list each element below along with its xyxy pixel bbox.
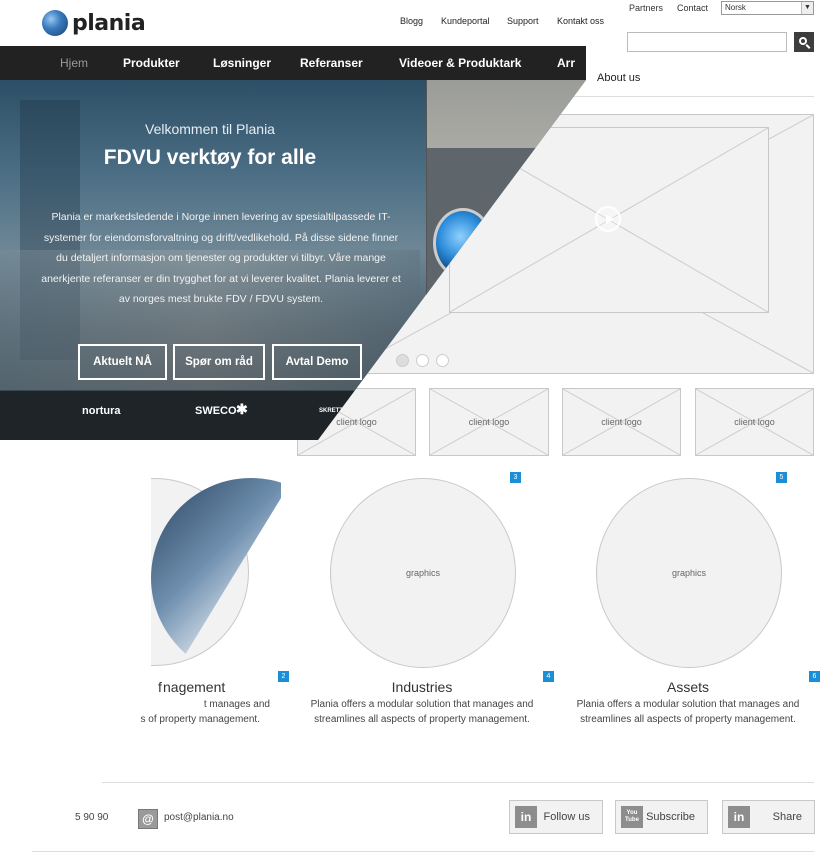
share-button[interactable]: in Share: [722, 800, 815, 834]
top-link-kundeportal[interactable]: Kundeportal: [441, 16, 490, 26]
hero-welcome: Velkommen til Plania: [145, 121, 275, 137]
feature-1-title: nagement: [163, 679, 226, 695]
logo-text: plania: [72, 10, 146, 36]
feature-2-graphic-placeholder: graphics: [330, 478, 516, 668]
hero-text: Plania er markedsledende i Norge innen l…: [41, 211, 401, 305]
search-input[interactable]: [627, 32, 787, 52]
divider: [32, 851, 814, 852]
partner-logo-sweco: SWECO: [195, 405, 237, 417]
nav-item-produkter[interactable]: Produkter: [123, 56, 180, 70]
feature-1-title-prefix: f: [158, 679, 162, 695]
social-label: Follow us: [543, 811, 590, 823]
client-logo-4: client logo: [695, 388, 814, 456]
nav-item-referanser[interactable]: Referanser: [300, 56, 363, 70]
nav-item-videoer[interactable]: Videoer & Produktark: [399, 56, 521, 70]
chevron-down-icon: ▼: [801, 2, 813, 14]
linkedin-icon: in: [515, 806, 537, 828]
mail-icon: @: [138, 809, 158, 829]
sweco-mark-icon: ✱: [236, 401, 248, 417]
feature-2-badge-top: 3: [510, 472, 521, 483]
slider-dot-3[interactable]: [436, 354, 449, 367]
slider-dot-1[interactable]: [396, 354, 409, 367]
subscribe-button[interactable]: You Tube Subscribe: [615, 800, 708, 834]
footer-phone: 5 90 90: [75, 812, 109, 823]
play-icon[interactable]: [595, 206, 621, 232]
feature-3-badge-top: 5: [776, 472, 787, 483]
feature-3-title: Assets: [666, 679, 709, 695]
feature-3-text-line1: Plania offers a modular solution that ma…: [576, 699, 800, 710]
social-label: Subscribe: [646, 811, 695, 823]
client-logo-2: client logo: [429, 388, 549, 456]
client-logo-3: client logo: [562, 388, 681, 456]
feature-2-title: Industries: [391, 679, 453, 695]
social-label: Share: [772, 811, 802, 823]
feature-3-text-line2: streamlines all aspects of property mana…: [580, 714, 796, 725]
nav-item-losninger[interactable]: Løsninger: [213, 56, 271, 70]
divider: [102, 782, 814, 783]
search-button[interactable]: [794, 32, 814, 52]
wire-nav-about[interactable]: About us: [597, 72, 640, 84]
avtal-demo-button[interactable]: Avtal Demo: [272, 344, 362, 380]
partner-logo-nortura: nortura: [82, 405, 121, 417]
linkedin-icon: in: [728, 806, 750, 828]
feature-2-text-line1: Plania offers a modular solution that ma…: [310, 699, 534, 710]
spor-om-rad-button[interactable]: Spør om råd: [173, 344, 265, 380]
nav-item-arrangementer[interactable]: Arr: [557, 56, 575, 70]
top-link-blogg[interactable]: Blogg: [400, 16, 423, 26]
feature-2-badge: 4: [543, 671, 554, 682]
hero-title: FDVU verktøy for alle: [103, 146, 317, 169]
youtube-icon: You Tube: [621, 806, 643, 828]
feature-1-badge: 2: [278, 671, 289, 682]
client-logo-label: client logo: [601, 417, 642, 427]
top-link-kontakt[interactable]: Kontakt oss: [557, 16, 604, 26]
footer-email[interactable]: post@plania.no: [164, 812, 234, 823]
feature-1-text-line1: t manages and: [203, 699, 270, 710]
follow-us-button[interactable]: in Follow us: [509, 800, 603, 834]
plania-logo[interactable]: plania: [42, 8, 152, 38]
slider-dot-2[interactable]: [416, 354, 429, 367]
graphic-label: graphics: [405, 568, 441, 578]
search-icon: [799, 37, 807, 45]
client-logo-label: client logo: [468, 417, 510, 427]
language-select[interactable]: Norsk ▼: [721, 1, 814, 15]
feature-1-photo: [151, 478, 281, 668]
top-link-support[interactable]: Support: [507, 16, 539, 26]
util-link-contact[interactable]: Contact: [677, 3, 708, 13]
feature-3-graphic-placeholder: graphics: [596, 478, 782, 668]
globe-logo-icon: [42, 10, 68, 36]
feature-1-text-line2: s of property management.: [140, 714, 260, 725]
aktuelt-button[interactable]: Aktuelt NÅ: [78, 344, 167, 380]
nav-item-hjem[interactable]: Hjem: [60, 56, 88, 70]
language-value: Norsk: [725, 3, 746, 12]
graphic-label: graphics: [671, 568, 707, 578]
feature-2-text-line2: streamlines all aspects of property mana…: [314, 714, 530, 725]
util-link-partners[interactable]: Partners: [629, 3, 663, 13]
feature-3-badge: 6: [809, 671, 820, 682]
client-logo-label: client logo: [734, 417, 775, 427]
